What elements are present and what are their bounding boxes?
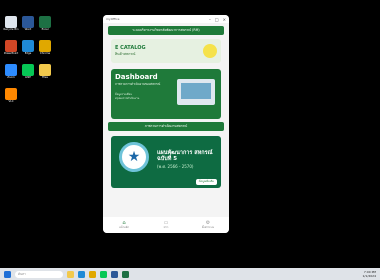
catalog-badge-icon (203, 44, 217, 58)
catalog-subtitle: สินค้าสหกรณ์ (115, 52, 136, 56)
phone-titlebar: myOffice – □ × (103, 15, 229, 23)
system-clock[interactable]: 7:00 PM 1/1/2024 (363, 270, 376, 278)
word-icon (22, 16, 34, 28)
folder-icon (39, 64, 51, 76)
close-icon[interactable]: × (223, 17, 226, 22)
edge-icon (22, 40, 34, 52)
desktop-icon-edge[interactable]: Edge (20, 40, 36, 55)
line-icon (22, 64, 34, 76)
star-badge-icon: ★ (119, 142, 149, 172)
phone-window: myOffice – □ × ระบบบริหารงานวิทยาลัยพัฒน… (103, 15, 229, 233)
more-info-button[interactable]: ข้อมูลเพิ่มเติม (195, 179, 217, 185)
desktop-icon-recycle-bin[interactable]: Recycle Bin (3, 16, 19, 31)
search-input[interactable]: ค้นหา (15, 270, 63, 278)
powerpoint-icon (5, 40, 17, 52)
desktop-icon-zoom[interactable]: Zoom (3, 64, 19, 79)
desktop-icon-powerpoint[interactable]: PowerPoint (3, 40, 19, 55)
bottom-navigation: ⌂ หน้าหลัก ▭ ข่าว ⚙ ตั้งค่าระบบ (103, 217, 229, 233)
desktop-icon-excel[interactable]: Excel (37, 16, 53, 31)
excel-icon (39, 16, 51, 28)
desktop-icon-vlc[interactable]: VLC (3, 88, 19, 103)
zoom-icon (5, 64, 17, 76)
desktop-icon-files[interactable]: Files (37, 64, 53, 79)
taskbar: ค้นหา 7:00 PM 1/1/2024 (0, 268, 380, 280)
overview-button[interactable]: ภาพรวมการดำเนินงานสหกรณ์ (108, 122, 224, 131)
file-explorer-icon[interactable] (67, 270, 74, 278)
nav-settings[interactable]: ⚙ ตั้งค่าระบบ (187, 217, 229, 233)
dashboard-banner[interactable]: Dashboard ภาพรวมการดำเนินงานของสหกรณ์ ข้… (111, 69, 221, 119)
desktop-icon-word[interactable]: Word (20, 16, 36, 31)
recycle-bin-icon (5, 16, 17, 28)
development-plan-banner[interactable]: ★ แผนพัฒนาการ สหกรณ์ฉบับที่ 5 (พ.ศ. 2566… (111, 136, 221, 188)
excel-icon[interactable] (122, 270, 129, 278)
chrome-icon[interactable] (89, 270, 96, 278)
plan-years: (พ.ศ. 2566 - 2570) (157, 164, 194, 169)
plan-title: แผนพัฒนาการ สหกรณ์ฉบับที่ 5 (157, 150, 213, 162)
desktop-icon-chrome[interactable]: Chrome (37, 40, 53, 55)
app-name: myOffice (106, 17, 120, 21)
vlc-icon (5, 88, 17, 100)
rm-system-button[interactable]: ระบบบริหารงานวิทยาลัยพัฒนาการสหกรณ์ (RM) (108, 26, 224, 35)
chrome-icon (39, 40, 51, 52)
nav-news[interactable]: ▭ ข่าว (145, 217, 187, 233)
minimize-icon[interactable]: – (209, 17, 211, 22)
line-icon[interactable] (100, 270, 107, 278)
start-icon[interactable] (4, 270, 11, 278)
e-catalog-banner[interactable]: E CATALOG สินค้าสหกรณ์ (111, 39, 221, 63)
word-icon[interactable] (111, 270, 118, 278)
edge-icon[interactable] (78, 270, 85, 278)
maximize-icon[interactable]: □ (215, 17, 219, 22)
desktop-icon-line[interactable]: LINE (20, 64, 36, 79)
laptop-chart-icon (177, 79, 215, 105)
nav-home[interactable]: ⌂ หน้าหลัก (103, 217, 145, 233)
